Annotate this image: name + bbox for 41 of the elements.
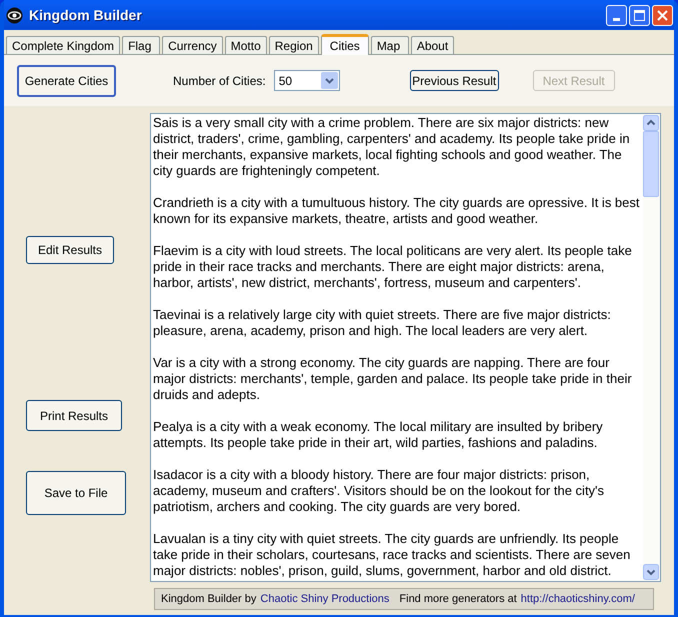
tab[interactable]: Complete Kingdom xyxy=(6,36,120,54)
tab[interactable]: About xyxy=(410,36,454,54)
app-icon xyxy=(6,6,23,24)
vertical-scrollbar[interactable] xyxy=(643,114,660,581)
generate-cities-button[interactable]: Generate Cities xyxy=(17,64,116,96)
results-text-area[interactable] xyxy=(150,113,661,582)
city-description: Flaevim is a city with loud streets. The local politicans are very alert. Its people take pride in their race tracks and merchants. There are eight major districts: arena, harbor, artists', new district, merchants', fortress, museum and carpenters'. xyxy=(153,243,633,291)
tab[interactable]: Flag xyxy=(122,36,160,54)
tab[interactable]: Cities xyxy=(320,34,369,55)
city-description: Crandrieth is a city with a tumultuous history. The city guards are opressive. It is best known for its expansive markets, theatre, artists and good weather. xyxy=(153,195,641,227)
tab[interactable]: Currency xyxy=(162,36,223,54)
scroll-down-icon[interactable] xyxy=(643,564,659,580)
close-icon xyxy=(657,10,668,20)
number-of-cities-dropdown[interactable]: 50 xyxy=(274,70,340,91)
scroll-up-icon[interactable] xyxy=(643,115,659,131)
minimize-button[interactable] xyxy=(606,4,627,26)
maximize-icon xyxy=(634,10,645,20)
credit-label: Kingdom Builder by xyxy=(161,592,256,607)
more-generators-label: Find more generators at xyxy=(399,592,517,607)
edit-results-button[interactable]: Edit Results xyxy=(26,236,114,264)
credit-link[interactable]: Chaotic Shiny Productions xyxy=(260,590,390,608)
city-description: Taevinai is a relatively large city with quiet streets. There are five major districts: pleasure, arena, academy, prison and high. The local leaders are very alert. xyxy=(153,307,612,339)
save-to-file-button[interactable]: Save to File xyxy=(26,471,126,515)
tab[interactable]: Motto xyxy=(224,36,267,54)
close-button[interactable] xyxy=(652,4,673,26)
tab[interactable]: Map xyxy=(370,36,409,54)
print-results-button[interactable]: Print Results xyxy=(26,400,122,431)
city-description: Pealya is a city with a weak economy. The local military are insulted by bribery attempts. Its people take pride in their art, wild parties, fashions and paladins. xyxy=(153,419,604,451)
city-description: Lavualan is a tiny city with quiet streets. The city guards are unfriendly. Its people take pride in their scholars, courtesans, race tracks and scientists. There are seven major districts: nobles', prison, guild, slums, government, harbor and old district. xyxy=(153,531,632,579)
city-description: Isadacor is a city with a bloody history. There are four major districts: prison, academy, museum and crafters'. Visitors should be on the lookout for the city's patriotism, archers and cooking. The city guards are very bored. xyxy=(153,467,606,515)
previous-result-button[interactable]: Previous Result xyxy=(410,70,499,91)
city-description: Var is a city with a strong economy. The city guards are napping. There are four major districts: merchants', temple, garden and palace. Its people take pride in their druids and adepts. xyxy=(153,355,633,403)
tab[interactable]: Region xyxy=(268,36,319,54)
window-title: Kingdom Builder xyxy=(29,6,142,25)
maximize-button[interactable] xyxy=(629,4,650,26)
website-link[interactable]: http://chaoticshiny.com/ xyxy=(520,590,635,608)
city-description: Sais is a very small city with a crime problem. There are six major districts: new district, traders', crime, gambling, carpenters' and academy. Its people take pride in their merchants, expansive markets, local fighting schools and good weather. The city guards are frighteningly competent. xyxy=(153,115,631,179)
number-of-cities-label: Number of Cities: xyxy=(173,72,266,90)
dropdown-value: 50 xyxy=(278,72,294,90)
minimize-icon xyxy=(613,18,620,20)
scrollbar-thumb[interactable] xyxy=(643,131,659,197)
